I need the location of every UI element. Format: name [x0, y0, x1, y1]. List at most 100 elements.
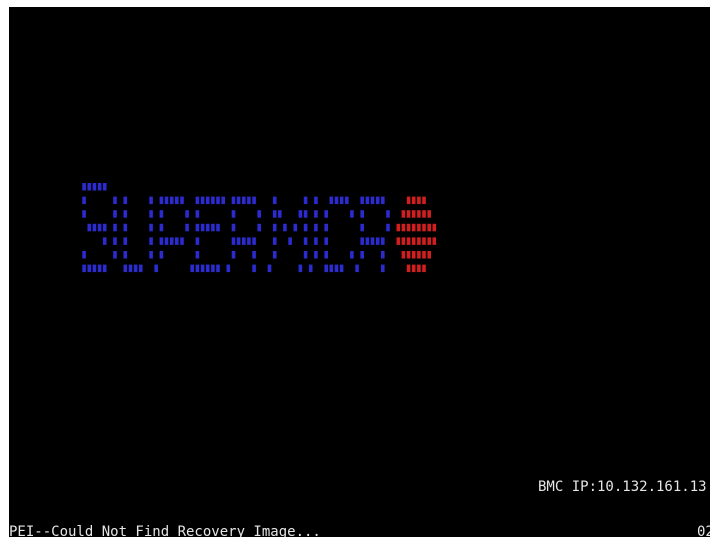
logo-letter-block	[123, 237, 128, 245]
logo-letter-block	[252, 251, 256, 259]
logo-letter-block	[329, 264, 334, 273]
logo-dot-block	[427, 237, 431, 245]
logo-dot-block	[411, 237, 416, 245]
logo-letter-block	[298, 210, 303, 218]
logo-letter-block	[365, 237, 370, 245]
logo-letter-block	[169, 196, 174, 205]
logo-letter-block	[226, 264, 231, 273]
logo-letter-block	[221, 196, 225, 205]
logo-letter-block	[298, 264, 303, 273]
logo-letter-block	[350, 210, 354, 218]
logo-dot-block	[411, 210, 416, 218]
logo-letter-block	[365, 196, 370, 205]
logo-letter-block	[324, 223, 328, 232]
logo-letter-block	[149, 196, 153, 205]
logo-letter-block	[82, 251, 86, 259]
logo-dot-block	[417, 210, 421, 218]
bios-post-screen: BMC IP:10.132.161.13 PEI--Could Not Find…	[9, 7, 710, 537]
logo-letter-block	[257, 210, 261, 218]
logo-letter-block	[303, 223, 308, 232]
logo-letter-block	[123, 223, 128, 232]
logo-letter-block	[97, 223, 102, 232]
logo-letter-block	[180, 237, 184, 245]
logo-letter-block	[190, 264, 194, 273]
logo-letter-block	[159, 237, 164, 245]
logo-letter-block	[149, 223, 153, 232]
logo-dot-block	[422, 223, 426, 232]
logo-letter-block	[370, 237, 375, 245]
logo-letter-block	[128, 264, 133, 273]
logo-letter-block	[242, 196, 246, 205]
logo-letter-block	[82, 264, 86, 273]
logo-letter-block	[205, 223, 210, 232]
logo-letter-block	[303, 237, 308, 245]
logo-letter-block	[231, 223, 236, 232]
logo-letter-block	[381, 251, 385, 259]
logo-dot-block	[406, 210, 411, 218]
logo-letter-block	[324, 251, 328, 259]
logo-letter-block	[149, 251, 153, 259]
logo-letter-block	[360, 251, 364, 259]
logo-letter-block	[216, 223, 220, 232]
logo-letter-block	[195, 196, 200, 205]
logo-letter-block	[211, 196, 215, 205]
logo-letter-block	[303, 196, 308, 205]
logo-letter-block	[272, 237, 277, 245]
logo-letter-block	[195, 223, 200, 232]
logo-dot-block	[406, 196, 411, 205]
logo-letter-block	[303, 251, 308, 259]
logo-dot-block	[396, 223, 401, 232]
logo-letter-block	[303, 210, 308, 218]
logo-letter-block	[195, 210, 200, 218]
pei-status-message: PEI--Could Not Find Recovery Image...	[9, 524, 321, 537]
logo-letter-block	[345, 196, 349, 205]
logo-letter-block	[113, 210, 117, 218]
logo-letter-block	[211, 264, 215, 273]
logo-letter-block	[123, 264, 128, 273]
logo-letter-block	[334, 264, 339, 273]
logo-letter-block	[231, 237, 236, 245]
logo-dot-block	[411, 251, 416, 259]
logo-letter-block	[386, 210, 390, 218]
logo-letter-block	[200, 223, 205, 232]
logo-letter-block	[154, 264, 158, 273]
logo-dot-block	[411, 264, 416, 273]
logo-letter-block	[329, 196, 334, 205]
logo-letter-block	[205, 264, 210, 273]
logo-letter-block	[82, 183, 86, 191]
logo-letter-block	[92, 183, 97, 191]
logo-dot-block	[401, 237, 406, 245]
logo-dot-block	[401, 251, 406, 259]
logo-letter-block	[314, 196, 318, 205]
logo-letter-block	[324, 264, 328, 273]
logo-letter-block	[278, 210, 282, 218]
logo-letter-block	[272, 251, 277, 259]
logo-letter-block	[102, 183, 107, 191]
logo-letter-block	[195, 251, 200, 259]
logo-letter-block	[113, 223, 117, 232]
logo-dot-block	[406, 223, 411, 232]
logo-dot-block	[406, 251, 411, 259]
bmc-ip-address: BMC IP:10.132.161.13	[538, 479, 707, 495]
logo-letter-block	[360, 223, 364, 232]
logo-letter-block	[123, 196, 128, 205]
logo-letter-block	[113, 196, 117, 205]
logo-dot-block	[422, 264, 426, 273]
logo-letter-block	[149, 237, 153, 245]
logo-letter-block	[293, 223, 298, 232]
logo-letter-block	[231, 251, 236, 259]
logo-dot-block	[427, 251, 431, 259]
logo-dot-block	[406, 264, 411, 273]
logo-letter-block	[339, 196, 344, 205]
logo-letter-block	[169, 237, 174, 245]
logo-letter-block	[92, 223, 97, 232]
logo-letter-block	[87, 264, 92, 273]
logo-letter-block	[133, 264, 138, 273]
logo-dot-block	[422, 251, 426, 259]
logo-letter-block	[185, 223, 189, 232]
logo-letter-block	[175, 237, 179, 245]
logo-letter-block	[149, 210, 153, 218]
logo-letter-block	[87, 223, 92, 232]
logo-letter-block	[283, 223, 287, 232]
logo-letter-block	[252, 264, 256, 273]
